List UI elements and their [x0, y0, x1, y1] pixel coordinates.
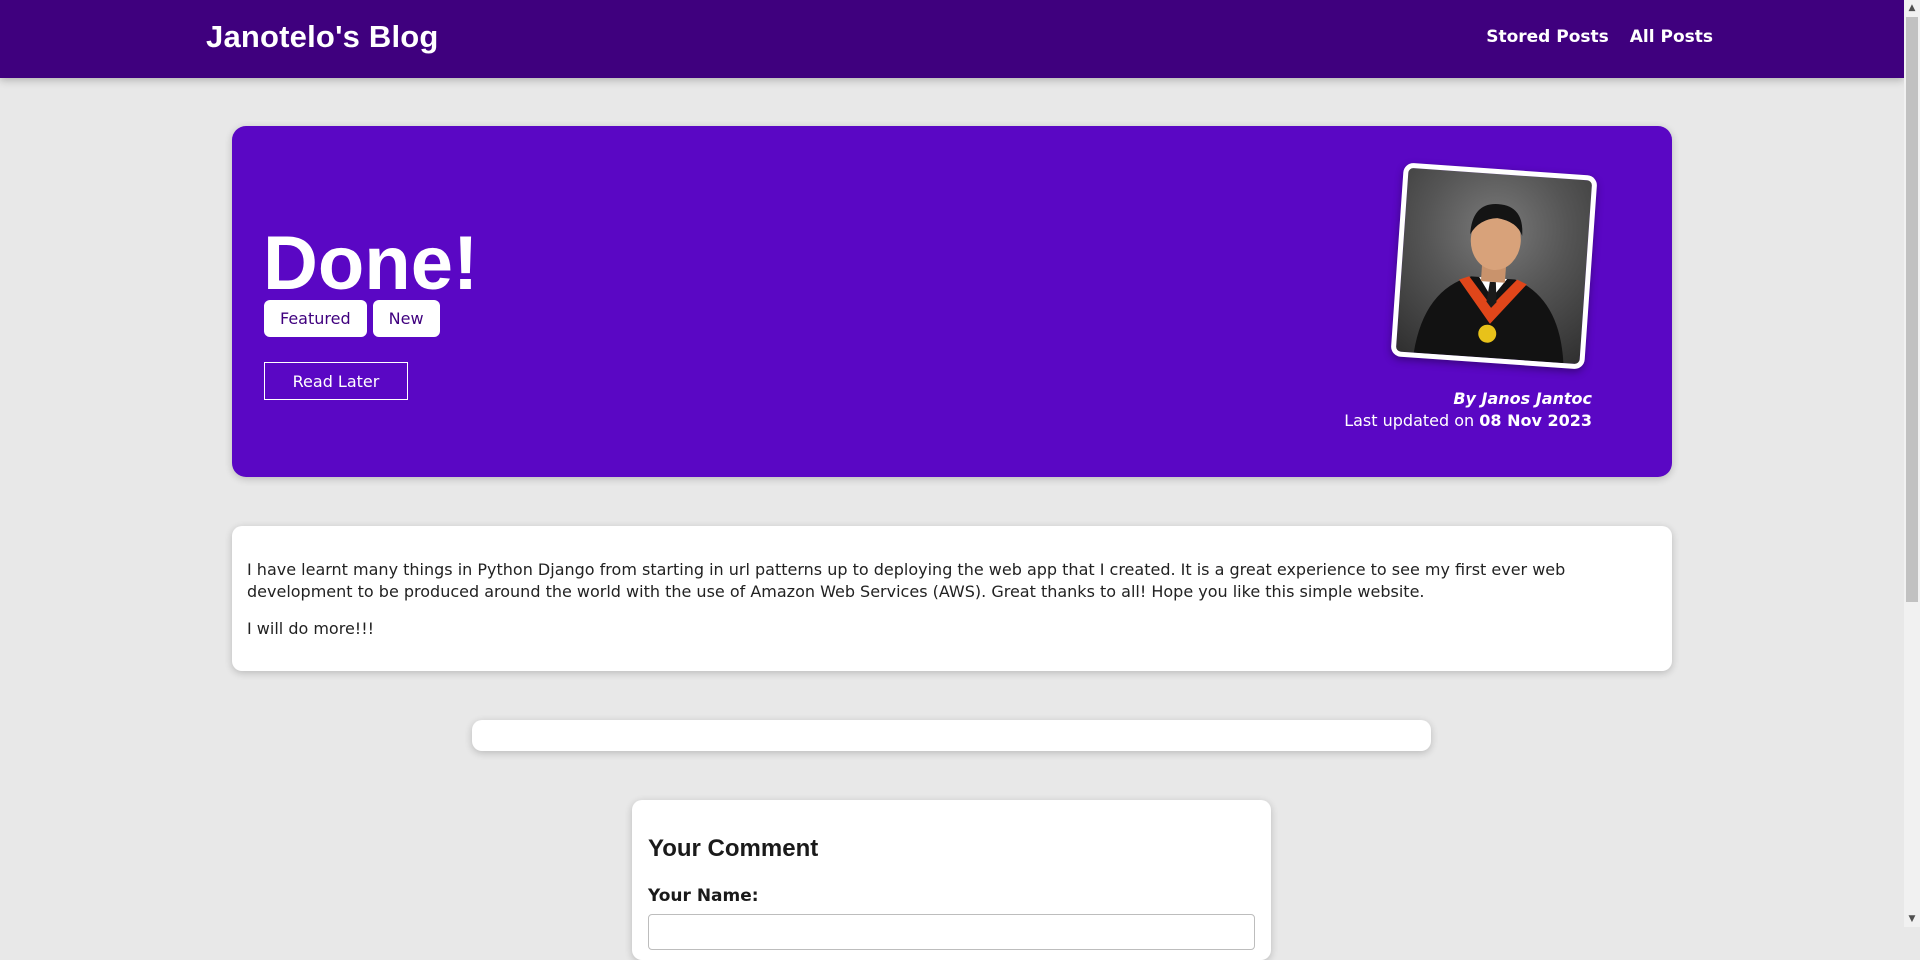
scroll-down-arrow-icon[interactable]: ▼ — [1904, 911, 1920, 927]
post-content: I have learnt many things in Python Djan… — [232, 526, 1672, 671]
tag-featured[interactable]: Featured — [264, 300, 367, 337]
author-name: By Janos Jantoc — [1453, 389, 1592, 408]
updated-line: Last updated on 08 Nov 2023 — [1344, 410, 1592, 432]
scroll-thumb[interactable] — [1906, 17, 1918, 602]
nav-link-stored-posts[interactable]: Stored Posts — [1486, 27, 1609, 47]
comment-form: Your Comment Your Name: — [632, 800, 1271, 960]
post-title: Done! — [263, 221, 479, 306]
name-input[interactable] — [648, 914, 1255, 950]
post-paragraph: I will do more!!! — [247, 619, 375, 638]
post-tags: Featured New — [264, 300, 440, 337]
comment-form-title: Your Comment — [648, 835, 819, 862]
comments-list — [472, 720, 1431, 751]
author-photo — [1390, 162, 1598, 370]
post-hero: Done! Featured New Read Later By Janos J… — [232, 126, 1672, 477]
author-portrait-icon — [1413, 204, 1564, 364]
nav-link-all-posts[interactable]: All Posts — [1630, 27, 1713, 47]
updated-prefix: Last updated on — [1344, 411, 1480, 430]
tag-new[interactable]: New — [372, 300, 440, 337]
post-paragraph: I have learnt many things in Python Djan… — [247, 560, 1566, 601]
page-scrollbar[interactable]: ▲ ▼ — [1904, 0, 1920, 927]
scroll-up-arrow-icon[interactable]: ▲ — [1904, 0, 1920, 16]
site-brand-link[interactable]: Janotelo's Blog — [206, 19, 439, 55]
site-header: Janotelo's Blog Stored Posts All Posts — [0, 0, 1904, 78]
name-label: Your Name: — [648, 886, 759, 906]
updated-date: 08 Nov 2023 — [1479, 411, 1592, 430]
main-nav: Stored Posts All Posts — [1486, 27, 1713, 47]
read-later-button[interactable]: Read Later — [264, 362, 408, 400]
author-meta: By Janos Jantoc Last updated on 08 Nov 2… — [1344, 388, 1592, 432]
